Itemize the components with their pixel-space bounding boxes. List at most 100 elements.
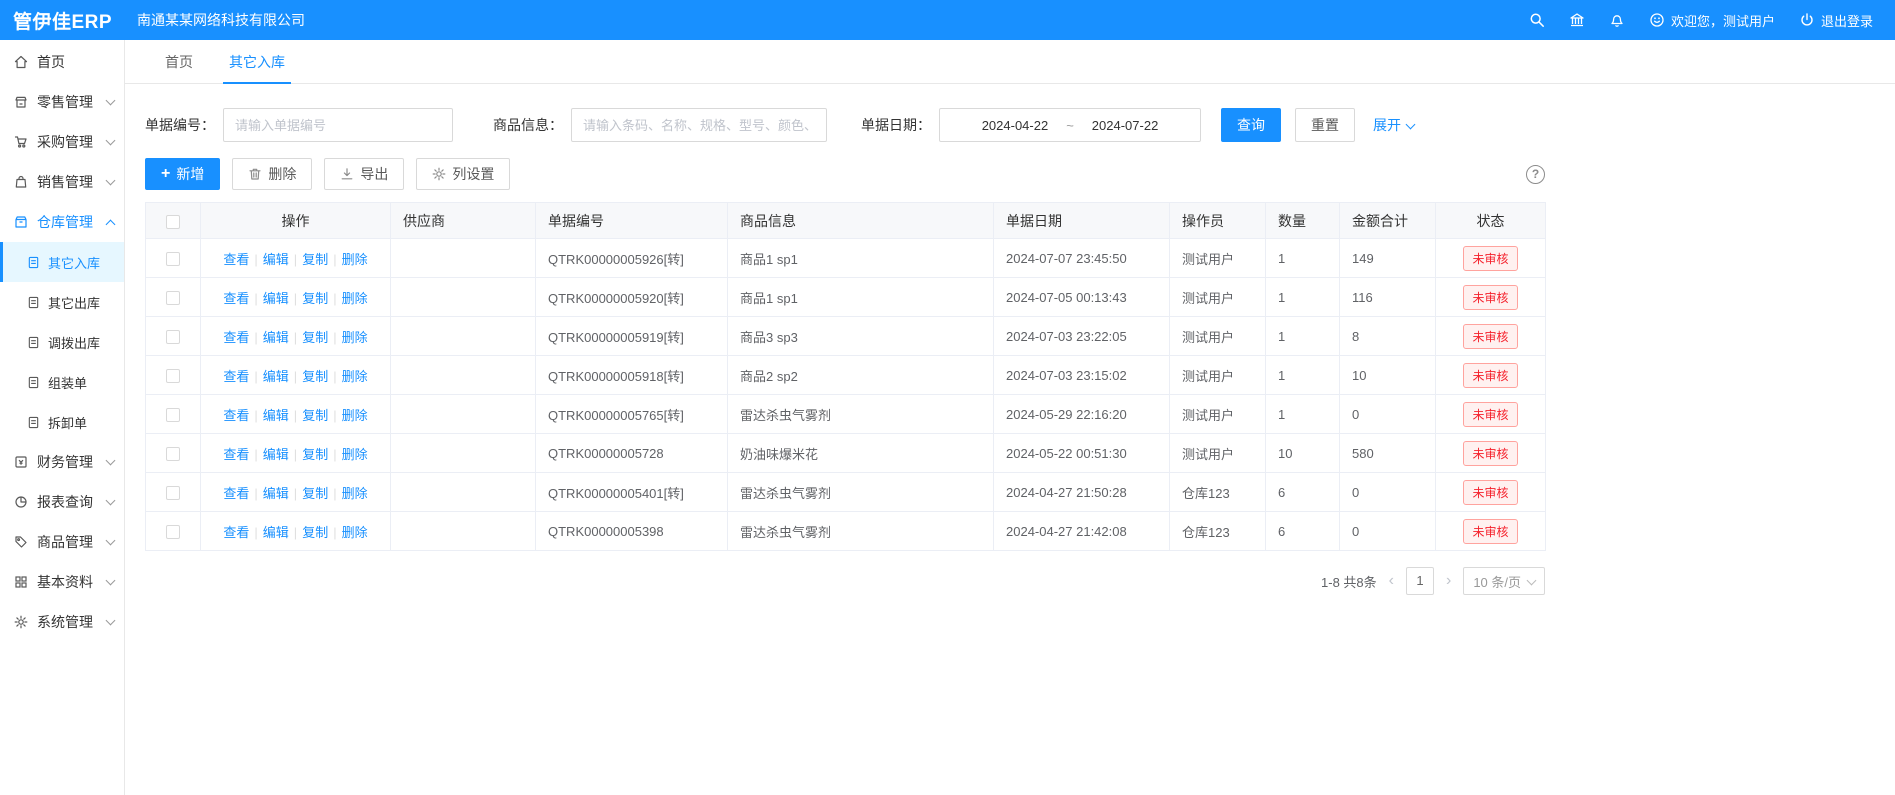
reset-button[interactable]: 重置 bbox=[1295, 108, 1355, 142]
bank-icon[interactable] bbox=[1569, 12, 1585, 28]
delete-link[interactable]: 删除 bbox=[342, 486, 368, 501]
sidebar-item-label: 零售管理 bbox=[37, 92, 93, 112]
pagination-total: 1-8 共8条 bbox=[1321, 572, 1377, 591]
row-checkbox[interactable] bbox=[166, 252, 180, 266]
pipe-separator: | bbox=[333, 447, 336, 462]
order-no-input[interactable] bbox=[223, 108, 453, 142]
cell-product: 商品2 sp2 bbox=[728, 356, 994, 395]
delete-link[interactable]: 删除 bbox=[342, 525, 368, 540]
copy-link[interactable]: 复制 bbox=[302, 408, 328, 423]
view-link[interactable]: 查看 bbox=[223, 330, 249, 345]
edit-link[interactable]: 编辑 bbox=[263, 291, 289, 306]
help-icon[interactable]: ? bbox=[1526, 165, 1545, 184]
status-badge: 未审核 bbox=[1463, 324, 1517, 349]
add-button[interactable]: + 新增 bbox=[145, 158, 220, 190]
delete-link[interactable]: 删除 bbox=[342, 408, 368, 423]
sidebar-item-sales[interactable]: 销售管理 bbox=[0, 162, 124, 202]
date-start-value[interactable]: 2024-04-22 bbox=[982, 118, 1049, 133]
copy-link[interactable]: 复制 bbox=[302, 447, 328, 462]
date-end-value[interactable]: 2024-07-22 bbox=[1092, 118, 1159, 133]
row-checkbox[interactable] bbox=[166, 330, 180, 344]
view-link[interactable]: 查看 bbox=[223, 291, 249, 306]
sidebar-item-purchase[interactable]: 采购管理 bbox=[0, 122, 124, 162]
row-checkbox[interactable] bbox=[166, 408, 180, 422]
copy-link[interactable]: 复制 bbox=[302, 252, 328, 267]
page-size-select[interactable]: 10 条/页 bbox=[1463, 567, 1545, 595]
welcome-text: 欢迎您，测试用户 bbox=[1671, 11, 1775, 30]
gear-icon bbox=[14, 615, 28, 629]
edit-link[interactable]: 编辑 bbox=[263, 369, 289, 384]
column-settings-button[interactable]: 列设置 bbox=[416, 158, 510, 190]
pipe-separator: | bbox=[294, 486, 297, 501]
table-row: 查看|编辑|复制|删除 QTRK00000005918[转] 商品2 sp2 2… bbox=[146, 356, 1546, 395]
sidebar-subitem-assembly[interactable]: 组装单 bbox=[0, 362, 124, 402]
sidebar-item-finance[interactable]: 财务管理 bbox=[0, 442, 124, 482]
cell-operator: 仓库123 bbox=[1170, 473, 1266, 512]
search-icon[interactable] bbox=[1529, 12, 1545, 28]
edit-link[interactable]: 编辑 bbox=[263, 447, 289, 462]
chevron-down-icon bbox=[106, 616, 116, 626]
copy-link[interactable]: 复制 bbox=[302, 525, 328, 540]
edit-link[interactable]: 编辑 bbox=[263, 486, 289, 501]
copy-link[interactable]: 复制 bbox=[302, 369, 328, 384]
row-checkbox[interactable] bbox=[166, 369, 180, 383]
logout-button[interactable]: 退出登录 bbox=[1799, 11, 1873, 30]
delete-link[interactable]: 删除 bbox=[342, 447, 368, 462]
export-button[interactable]: 导出 bbox=[324, 158, 404, 190]
table-row: 查看|编辑|复制|删除 QTRK00000005401[转] 雷达杀虫气雾剂 2… bbox=[146, 473, 1546, 512]
sidebar-item-system[interactable]: 系统管理 bbox=[0, 602, 124, 642]
pipe-separator: | bbox=[254, 486, 257, 501]
table-row: 查看|编辑|复制|删除 QTRK00000005765[转] 雷达杀虫气雾剂 2… bbox=[146, 395, 1546, 434]
edit-link[interactable]: 编辑 bbox=[263, 408, 289, 423]
view-link[interactable]: 查看 bbox=[223, 525, 249, 540]
delete-link[interactable]: 删除 bbox=[342, 252, 368, 267]
sidebar-item-basic-data[interactable]: 基本资料 bbox=[0, 562, 124, 602]
delete-button[interactable]: 删除 bbox=[232, 158, 312, 190]
row-checkbox[interactable] bbox=[166, 486, 180, 500]
sidebar-item-warehouse[interactable]: 仓库管理 bbox=[0, 202, 124, 242]
view-link[interactable]: 查看 bbox=[223, 486, 249, 501]
date-range-picker[interactable]: 2024-04-22 ~ 2024-07-22 bbox=[939, 108, 1201, 142]
chevron-up-icon bbox=[106, 219, 116, 229]
edit-link[interactable]: 编辑 bbox=[263, 330, 289, 345]
cell-qty: 1 bbox=[1266, 278, 1340, 317]
edit-link[interactable]: 编辑 bbox=[263, 525, 289, 540]
welcome-user[interactable]: 欢迎您，测试用户 bbox=[1649, 11, 1775, 30]
sidebar-subitem-disassembly[interactable]: 拆卸单 bbox=[0, 402, 124, 442]
sidebar-item-goods[interactable]: 商品管理 bbox=[0, 522, 124, 562]
delete-link[interactable]: 删除 bbox=[342, 291, 368, 306]
view-link[interactable]: 查看 bbox=[223, 369, 249, 384]
product-info-label: 商品信息： bbox=[493, 115, 563, 135]
view-link[interactable]: 查看 bbox=[223, 408, 249, 423]
delete-link[interactable]: 删除 bbox=[342, 330, 368, 345]
next-page-icon[interactable]: › bbox=[1444, 572, 1453, 590]
sidebar-item-home[interactable]: 首页 bbox=[0, 42, 124, 82]
tab-home[interactable]: 首页 bbox=[147, 40, 211, 83]
product-info-input[interactable] bbox=[571, 108, 827, 142]
copy-link[interactable]: 复制 bbox=[302, 291, 328, 306]
expand-toggle[interactable]: 展开 bbox=[1373, 115, 1414, 135]
row-checkbox[interactable] bbox=[166, 525, 180, 539]
edit-link[interactable]: 编辑 bbox=[263, 252, 289, 267]
select-all-checkbox[interactable] bbox=[166, 215, 180, 229]
view-link[interactable]: 查看 bbox=[223, 252, 249, 267]
tab-other-inbound[interactable]: 其它入库 bbox=[211, 40, 303, 83]
cell-supplier bbox=[391, 278, 536, 317]
search-button[interactable]: 查询 bbox=[1221, 108, 1281, 142]
row-checkbox[interactable] bbox=[166, 447, 180, 461]
col-header-qty: 数量 bbox=[1266, 203, 1340, 239]
sidebar-item-reports[interactable]: 报表查询 bbox=[0, 482, 124, 522]
sidebar-subitem-transfer-outbound[interactable]: 调拨出库 bbox=[0, 322, 124, 362]
copy-link[interactable]: 复制 bbox=[302, 330, 328, 345]
view-link[interactable]: 查看 bbox=[223, 447, 249, 462]
sidebar-item-retail[interactable]: 零售管理 bbox=[0, 82, 124, 122]
delete-link[interactable]: 删除 bbox=[342, 369, 368, 384]
row-checkbox[interactable] bbox=[166, 291, 180, 305]
sidebar-item-label: 首页 bbox=[37, 52, 65, 72]
sidebar-subitem-other-outbound[interactable]: 其它出库 bbox=[0, 282, 124, 322]
page-number[interactable]: 1 bbox=[1406, 567, 1434, 595]
bell-icon[interactable] bbox=[1609, 12, 1625, 28]
prev-page-icon[interactable]: ‹ bbox=[1387, 572, 1396, 590]
copy-link[interactable]: 复制 bbox=[302, 486, 328, 501]
sidebar-subitem-other-inbound[interactable]: 其它入库 bbox=[0, 242, 124, 282]
